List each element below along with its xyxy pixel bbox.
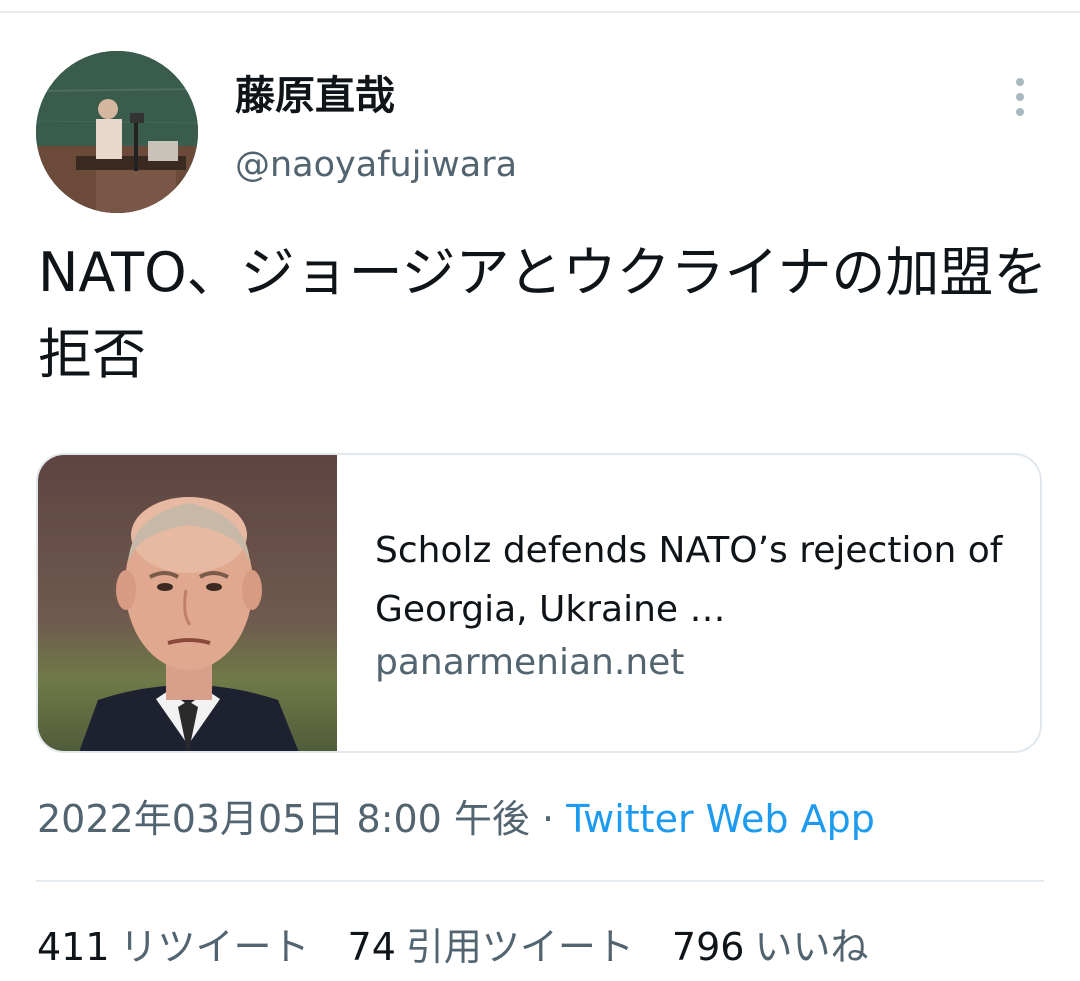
tweet-text: NATO、ジョージアとウクライナの加盟を拒否 <box>38 241 1048 386</box>
quotes-stat[interactable]: 74 引用ツイート <box>348 921 634 973</box>
tweet-source-link[interactable]: Twitter Web App <box>566 797 875 841</box>
retweets-count: 411 <box>37 925 110 969</box>
likes-count: 796 <box>671 925 745 969</box>
more-vertical-icon <box>1016 108 1024 116</box>
tweet-meta: 2022年03月05日 8:00 午後 · Twitter Web App <box>37 793 875 845</box>
link-card-domain: panarmenian.net <box>375 642 685 683</box>
retweets-stat[interactable]: 411 リツイート <box>37 921 310 973</box>
likes-label: いいね <box>754 925 869 969</box>
more-options-button[interactable] <box>1000 74 1040 120</box>
tweet-date[interactable]: 2022年03月05日 <box>37 797 344 841</box>
more-vertical-icon <box>1016 93 1024 101</box>
tweet-stats: 411 リツイート 74 引用ツイート 796 いいね <box>37 921 868 973</box>
quotes-label: 引用ツイート <box>405 925 634 969</box>
more-vertical-icon <box>1016 78 1024 86</box>
portrait-image <box>38 455 337 751</box>
stats-divider <box>36 880 1044 882</box>
link-card-thumbnail <box>38 455 337 751</box>
tweet-time[interactable]: 8:00 午後 <box>357 797 530 841</box>
avatar-image <box>36 51 198 213</box>
author-display-name[interactable]: 藤原直哉 <box>235 70 395 122</box>
retweets-label: リツイート <box>119 925 310 969</box>
quotes-count: 74 <box>347 925 396 969</box>
avatar[interactable] <box>36 51 198 213</box>
link-card[interactable]: Scholz defends NATO’s rejection of Georg… <box>36 453 1042 753</box>
top-divider <box>0 11 1080 13</box>
likes-stat[interactable]: 796 いいね <box>672 921 869 973</box>
link-card-title: Scholz defends NATO’s rejection of Georg… <box>375 530 1003 630</box>
meta-separator: · <box>542 797 555 841</box>
author-handle[interactable]: @naoyafujiwara <box>235 142 517 188</box>
